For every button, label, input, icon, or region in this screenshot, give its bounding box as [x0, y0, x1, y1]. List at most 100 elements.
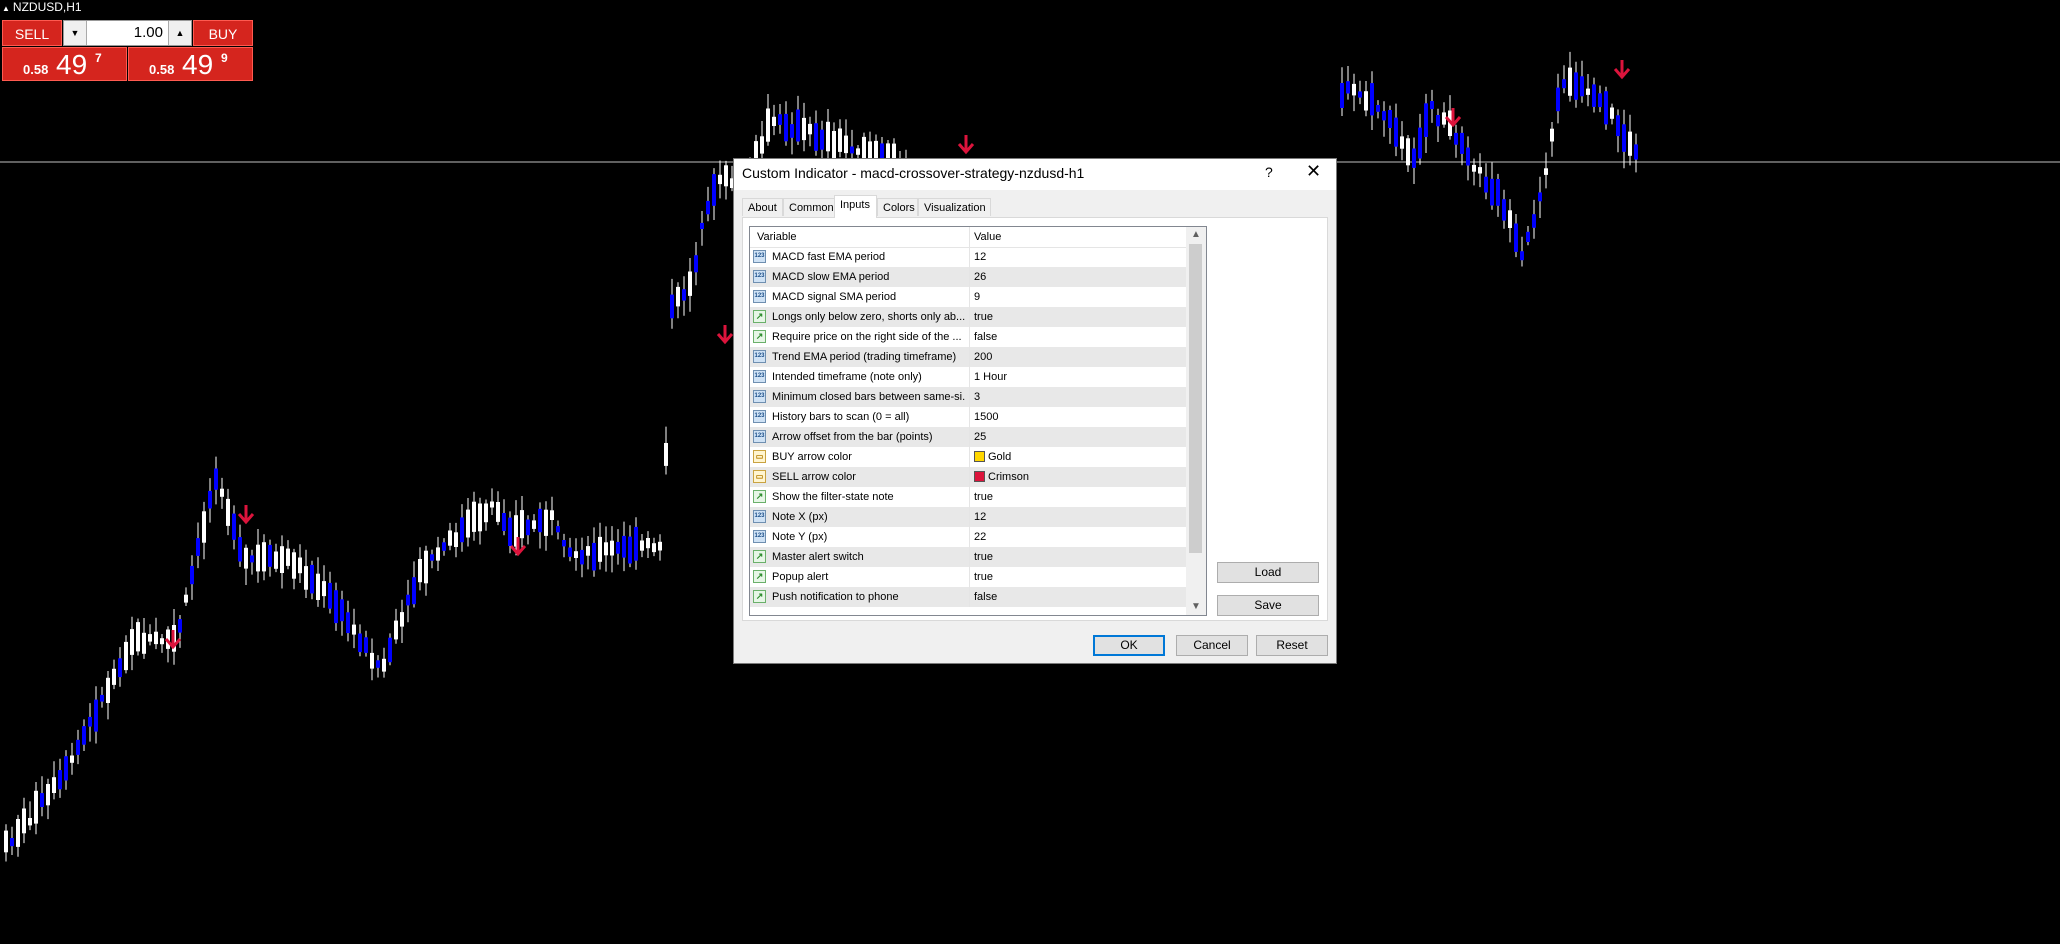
candle-body — [1598, 93, 1602, 108]
close-icon[interactable]: ✕ — [1306, 161, 1321, 182]
input-value[interactable]: 3 — [974, 391, 980, 403]
input-row[interactable]: 123 MACD slow EMA period 26 — [750, 267, 1186, 287]
candle-body — [376, 660, 380, 668]
input-value[interactable]: 25 — [974, 431, 986, 443]
scroll-up-icon[interactable]: ▲ — [1186, 227, 1206, 243]
input-row[interactable]: 123 Intended timeframe (note only) 1 Hour — [750, 367, 1186, 387]
tab-colors[interactable]: Colors — [877, 198, 918, 216]
input-row[interactable]: 123 MACD signal SMA period 9 — [750, 287, 1186, 307]
input-value[interactable]: true — [974, 311, 993, 323]
sell-button[interactable]: SELL — [2, 20, 62, 46]
scroll-down-icon[interactable]: ▼ — [1186, 599, 1206, 615]
candle-body — [22, 808, 26, 834]
candle-body — [526, 519, 530, 536]
input-value[interactable]: 200 — [974, 351, 992, 363]
input-value[interactable]: true — [974, 491, 993, 503]
sell-price[interactable]: 0.58 49 7 — [2, 47, 127, 81]
tab-about[interactable]: About — [742, 198, 783, 216]
input-row[interactable]: ↗ Master alert switch true — [750, 547, 1186, 567]
collapse-triangle-icon[interactable]: ▲ — [2, 4, 10, 13]
candle-body — [298, 557, 302, 574]
input-row[interactable]: 123 Arrow offset from the bar (points) 25 — [750, 427, 1186, 447]
input-value[interactable]: Crimson — [974, 471, 1029, 483]
input-row[interactable]: ↗ Longs only below zero, shorts only ab..… — [750, 307, 1186, 327]
inputs-panel: Variable Value 123 MACD fast EMA period 12… — [742, 217, 1328, 621]
candle-body — [1502, 199, 1506, 221]
candle-body — [844, 135, 848, 154]
input-row[interactable]: ↗ Require price on the right side of the … — [750, 327, 1186, 347]
input-row[interactable]: 123 Trend EMA period (trading timeframe) 2… — [750, 347, 1186, 367]
reset-button[interactable]: Reset — [1256, 635, 1328, 656]
input-value-text: 1500 — [974, 411, 999, 423]
buy-price[interactable]: 0.58 49 9 — [128, 47, 253, 81]
input-value-text: 25 — [974, 431, 987, 443]
tab-inputs[interactable]: Inputs — [834, 195, 877, 218]
input-value[interactable]: 12 — [974, 251, 986, 263]
candle-body — [286, 548, 290, 566]
scroll-thumb[interactable] — [1189, 244, 1202, 553]
input-row[interactable]: ↗ Push notification to phone false — [750, 587, 1186, 607]
save-button[interactable]: Save — [1217, 595, 1319, 616]
candle-body — [280, 546, 284, 573]
load-button[interactable]: Load — [1217, 562, 1319, 583]
buy-price-prefix: 0.58 — [149, 62, 175, 77]
input-row[interactable]: 123 Minimum closed bars between same-si..… — [750, 387, 1186, 407]
lot-size-field[interactable]: ▼ 1.00 ▲ — [63, 20, 192, 46]
candle-body — [142, 632, 146, 654]
candle-body — [424, 550, 428, 584]
input-row[interactable]: ▭ BUY arrow color Gold — [750, 447, 1186, 467]
cancel-button[interactable]: Cancel — [1176, 635, 1248, 656]
lot-increase-icon[interactable]: ▲ — [168, 21, 191, 45]
candle-body — [1532, 214, 1536, 228]
input-value-text: true — [974, 491, 993, 503]
candle-body — [706, 200, 710, 215]
ok-button[interactable]: OK — [1093, 635, 1165, 656]
tab-common[interactable]: Common — [783, 198, 835, 216]
input-value[interactable]: 26 — [974, 271, 986, 283]
input-value[interactable]: false — [974, 331, 997, 343]
candle-body — [364, 637, 368, 653]
input-value[interactable]: true — [974, 571, 993, 583]
dialog-titlebar[interactable]: Custom Indicator - macd-crossover-strate… — [734, 159, 1336, 190]
input-value[interactable]: 12 — [974, 511, 986, 523]
input-value[interactable]: 1 Hour — [974, 371, 1007, 383]
custom-indicator-dialog: Custom Indicator - macd-crossover-strate… — [733, 158, 1337, 664]
input-row[interactable]: 123 MACD fast EMA period 12 — [750, 247, 1186, 267]
candle-body — [562, 540, 566, 547]
grid-scrollbar[interactable]: ▲ ▼ — [1186, 227, 1206, 615]
candle-body — [634, 526, 638, 561]
column-header-value[interactable]: Value — [974, 231, 1001, 243]
input-variable-name: Show the filter-state note — [772, 491, 894, 503]
candle-body — [1394, 117, 1398, 147]
input-row[interactable]: 123 History bars to scan (0 = all) 1500 — [750, 407, 1186, 427]
help-icon[interactable]: ? — [1265, 164, 1273, 180]
color-swatch[interactable] — [974, 471, 985, 482]
candle-body — [418, 559, 422, 583]
cell-separator — [969, 307, 970, 327]
cell-separator — [969, 367, 970, 387]
input-row[interactable]: 123 Note X (px) 12 — [750, 507, 1186, 527]
input-row[interactable]: ▭ SELL arrow color Crimson — [750, 467, 1186, 487]
color-swatch[interactable] — [974, 451, 985, 462]
buy-button[interactable]: BUY — [193, 20, 253, 46]
input-value[interactable]: 9 — [974, 291, 980, 303]
input-value[interactable]: true — [974, 551, 993, 563]
candle-body — [34, 790, 38, 824]
candle-body — [592, 542, 596, 571]
input-row[interactable]: ↗ Popup alert true — [750, 567, 1186, 587]
input-variable-name: MACD slow EMA period — [772, 271, 890, 283]
lot-decrease-icon[interactable]: ▼ — [64, 21, 87, 45]
lot-size-value[interactable]: 1.00 — [88, 21, 167, 45]
column-header-variable[interactable]: Variable — [757, 231, 797, 243]
tab-visualization[interactable]: Visualization — [918, 198, 991, 216]
input-value[interactable]: 1500 — [974, 411, 998, 423]
input-value[interactable]: 22 — [974, 531, 986, 543]
input-row[interactable]: 123 Note Y (px) 22 — [750, 527, 1186, 547]
candle-body — [1538, 192, 1542, 202]
input-value[interactable]: false — [974, 591, 997, 603]
candle-body — [352, 624, 356, 635]
input-row[interactable]: ↗ Show the filter-state note true — [750, 487, 1186, 507]
input-value[interactable]: Gold — [974, 451, 1011, 463]
column-separator[interactable] — [969, 227, 970, 247]
candle-body — [856, 148, 860, 155]
